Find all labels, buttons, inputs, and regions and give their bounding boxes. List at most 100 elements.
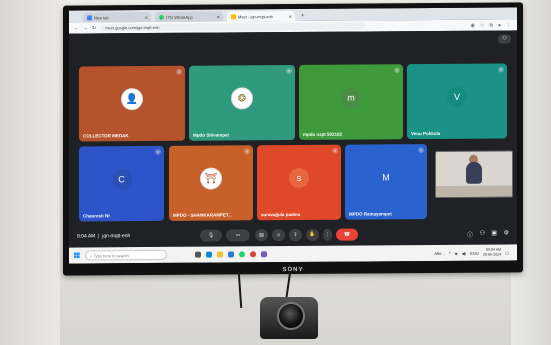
avatar: C xyxy=(111,169,132,190)
avatar-initial: C xyxy=(118,174,125,185)
taskbar-search[interactable]: ⌕ Type here to search xyxy=(85,249,167,261)
people-icon[interactable]: ⚇ xyxy=(498,34,511,44)
participant-tile[interactable]: M ⦸ MPDO Ramayampet xyxy=(345,144,427,220)
participant-tile[interactable]: V ⦸ Venu Pokkula xyxy=(407,63,507,140)
whatsapp-icon[interactable] xyxy=(239,251,245,258)
participant-name: Chauresh Nr xyxy=(83,213,111,219)
windows-taskbar: ⌕ Type here to search Afte... ^ ◈ ◀) ENG xyxy=(69,244,517,264)
avatar: ⛩ xyxy=(200,167,222,190)
tab-label: Meet - jqn-mqtt-enh xyxy=(238,13,273,19)
tv-screen: New tab ✕ (75) WhatsApp ✕ Meet - jqn-mqt… xyxy=(69,7,517,264)
tv-monitor: New tab ✕ (75) WhatsApp ✕ Meet - jqn-mqt… xyxy=(63,2,523,276)
leave-call-button[interactable]: ☎ xyxy=(336,228,358,241)
present-button[interactable]: ⇪ xyxy=(289,228,302,242)
participant-name: MPDO - SHANKARAMPET... xyxy=(173,212,233,218)
weather-text: Afte... xyxy=(434,250,445,256)
network-icon[interactable]: ◈ xyxy=(455,250,458,255)
webcam-device xyxy=(260,297,318,339)
url-field[interactable]: meet.google.com/jqn-mqtt-enh xyxy=(100,22,366,32)
notifications-icon[interactable]: ▢ xyxy=(505,250,509,255)
emoji-button[interactable]: ☺ xyxy=(272,229,285,242)
edge-icon[interactable] xyxy=(206,251,212,258)
participant-name: Mpdo Shivampet xyxy=(193,132,230,138)
mic-off-icon: ⦸ xyxy=(418,147,424,154)
person-icon: 👤 xyxy=(125,94,139,106)
raise-hand-button[interactable]: ✋ xyxy=(306,228,319,241)
participant-tile[interactable]: ⛩ ⦸ MPDO - SHANKARAMPET... xyxy=(169,145,253,221)
close-icon[interactable]: ✕ xyxy=(145,15,148,20)
app-icon[interactable] xyxy=(261,251,267,258)
mic-icon: 🎙 xyxy=(207,232,215,239)
clock[interactable]: 09:04 AM 20-06-2024 xyxy=(483,248,501,258)
search-placeholder: Type here to search xyxy=(93,252,129,258)
browser-tab-meet[interactable]: Meet - jqn-mqtt-enh ✕ xyxy=(227,10,295,22)
participant-tile[interactable]: m ⦸ mpdo nzpt 502102 xyxy=(299,64,403,140)
more-options-button[interactable]: ⋮ xyxy=(323,228,332,241)
volume-icon[interactable]: ◀) xyxy=(462,250,466,255)
task-view-icon[interactable] xyxy=(195,251,201,258)
self-view-desk xyxy=(436,185,512,198)
browser-tab-new[interactable]: New tab ✕ xyxy=(83,11,151,23)
avatar: s xyxy=(289,167,309,189)
participant-name: COLLECTOR MEDAK xyxy=(83,133,129,139)
camera-button[interactable]: ▭ xyxy=(226,229,250,242)
forward-icon[interactable]: → xyxy=(83,25,88,31)
mic-off-icon: ⦸ xyxy=(176,68,182,75)
participant-tile[interactable]: 👤 ⦸ COLLECTOR MEDAK xyxy=(79,65,185,142)
system-tray: Afte... ^ ◈ ◀) ENG 09:04 AM 20-06-2024 ▢ xyxy=(434,247,509,258)
chat-icon[interactable]: ▣ xyxy=(491,230,497,237)
mic-off-icon: ⦸ xyxy=(332,147,338,154)
url-text: meet.google.com/jqn-mqtt-enh xyxy=(105,24,160,31)
windows-start-icon[interactable] xyxy=(74,252,80,259)
participant-name: MPDO Ramayampet xyxy=(349,211,392,217)
mic-off-icon: ⦸ xyxy=(394,67,400,74)
info-icon[interactable]: ⓘ xyxy=(467,230,473,239)
camera-icon[interactable]: ◉ xyxy=(471,22,475,28)
temple-icon: ⛩ xyxy=(204,173,218,185)
camera-lens xyxy=(277,302,305,330)
avatar: m xyxy=(341,87,361,108)
language-indicator[interactable]: ENG xyxy=(470,250,479,255)
mic-button[interactable]: 🎙 xyxy=(200,229,222,242)
tab-label: New tab xyxy=(94,14,109,20)
profile-icon[interactable]: ● xyxy=(498,22,501,28)
mic-off-icon: ⦸ xyxy=(286,68,292,75)
wall-shadow xyxy=(0,0,60,345)
participant-tile[interactable]: ❂ ⦸ Mpdo Shivampet xyxy=(189,64,295,141)
meeting-time: 9:04 AM xyxy=(77,233,96,240)
self-view-tile[interactable] xyxy=(435,150,513,199)
reload-icon[interactable]: ↻ xyxy=(92,25,96,31)
avatar: 👤 xyxy=(121,88,143,111)
store-icon[interactable] xyxy=(228,251,234,258)
people-panel-icon[interactable]: ⚇ xyxy=(480,230,485,237)
captions-icon: ▤ xyxy=(259,232,264,239)
chrome-icon[interactable] xyxy=(250,251,256,258)
hand-icon: ✋ xyxy=(309,231,316,238)
tab-label: (75) WhatsApp xyxy=(166,14,193,20)
self-view-body xyxy=(466,161,482,184)
chrome-icon xyxy=(87,14,92,20)
captions-button[interactable]: ▤ xyxy=(255,229,268,242)
extensions-icon[interactable]: ⧉ xyxy=(489,22,493,28)
participant-tile[interactable]: s ⦸ suravajjula padma xyxy=(257,144,341,221)
meeting-time-code: 9:04 AM | jqn-mqtt-enh xyxy=(77,233,131,240)
star-icon[interactable]: ☆ xyxy=(480,22,484,28)
toolbar-icons: ◉ ☆ ⧉ ● ⋮ xyxy=(471,22,511,28)
video-icon: ▭ xyxy=(235,232,241,239)
more-icon: ⋮ xyxy=(325,231,330,238)
chevron-up-icon[interactable]: ^ xyxy=(449,250,451,255)
avatar-initial: M xyxy=(382,172,390,183)
close-icon[interactable]: ✕ xyxy=(217,14,220,19)
emoji-icon: ☺ xyxy=(275,232,282,239)
close-icon[interactable]: ✕ xyxy=(289,14,292,19)
browser-tab-whatsapp[interactable]: (75) WhatsApp ✕ xyxy=(155,11,223,22)
activities-icon[interactable]: ⚙ xyxy=(504,229,509,236)
participant-tile[interactable]: C ⦸ Chauresh Nr xyxy=(79,145,164,222)
new-tab-button[interactable]: + xyxy=(301,11,305,21)
menu-icon[interactable]: ⋮ xyxy=(506,22,511,28)
file-explorer-icon[interactable] xyxy=(217,251,223,258)
participant-name: suravajjula padma xyxy=(261,211,301,218)
mic-off-icon: ⦸ xyxy=(498,66,504,73)
avatar: M xyxy=(376,167,396,188)
back-icon[interactable]: ← xyxy=(74,25,79,31)
